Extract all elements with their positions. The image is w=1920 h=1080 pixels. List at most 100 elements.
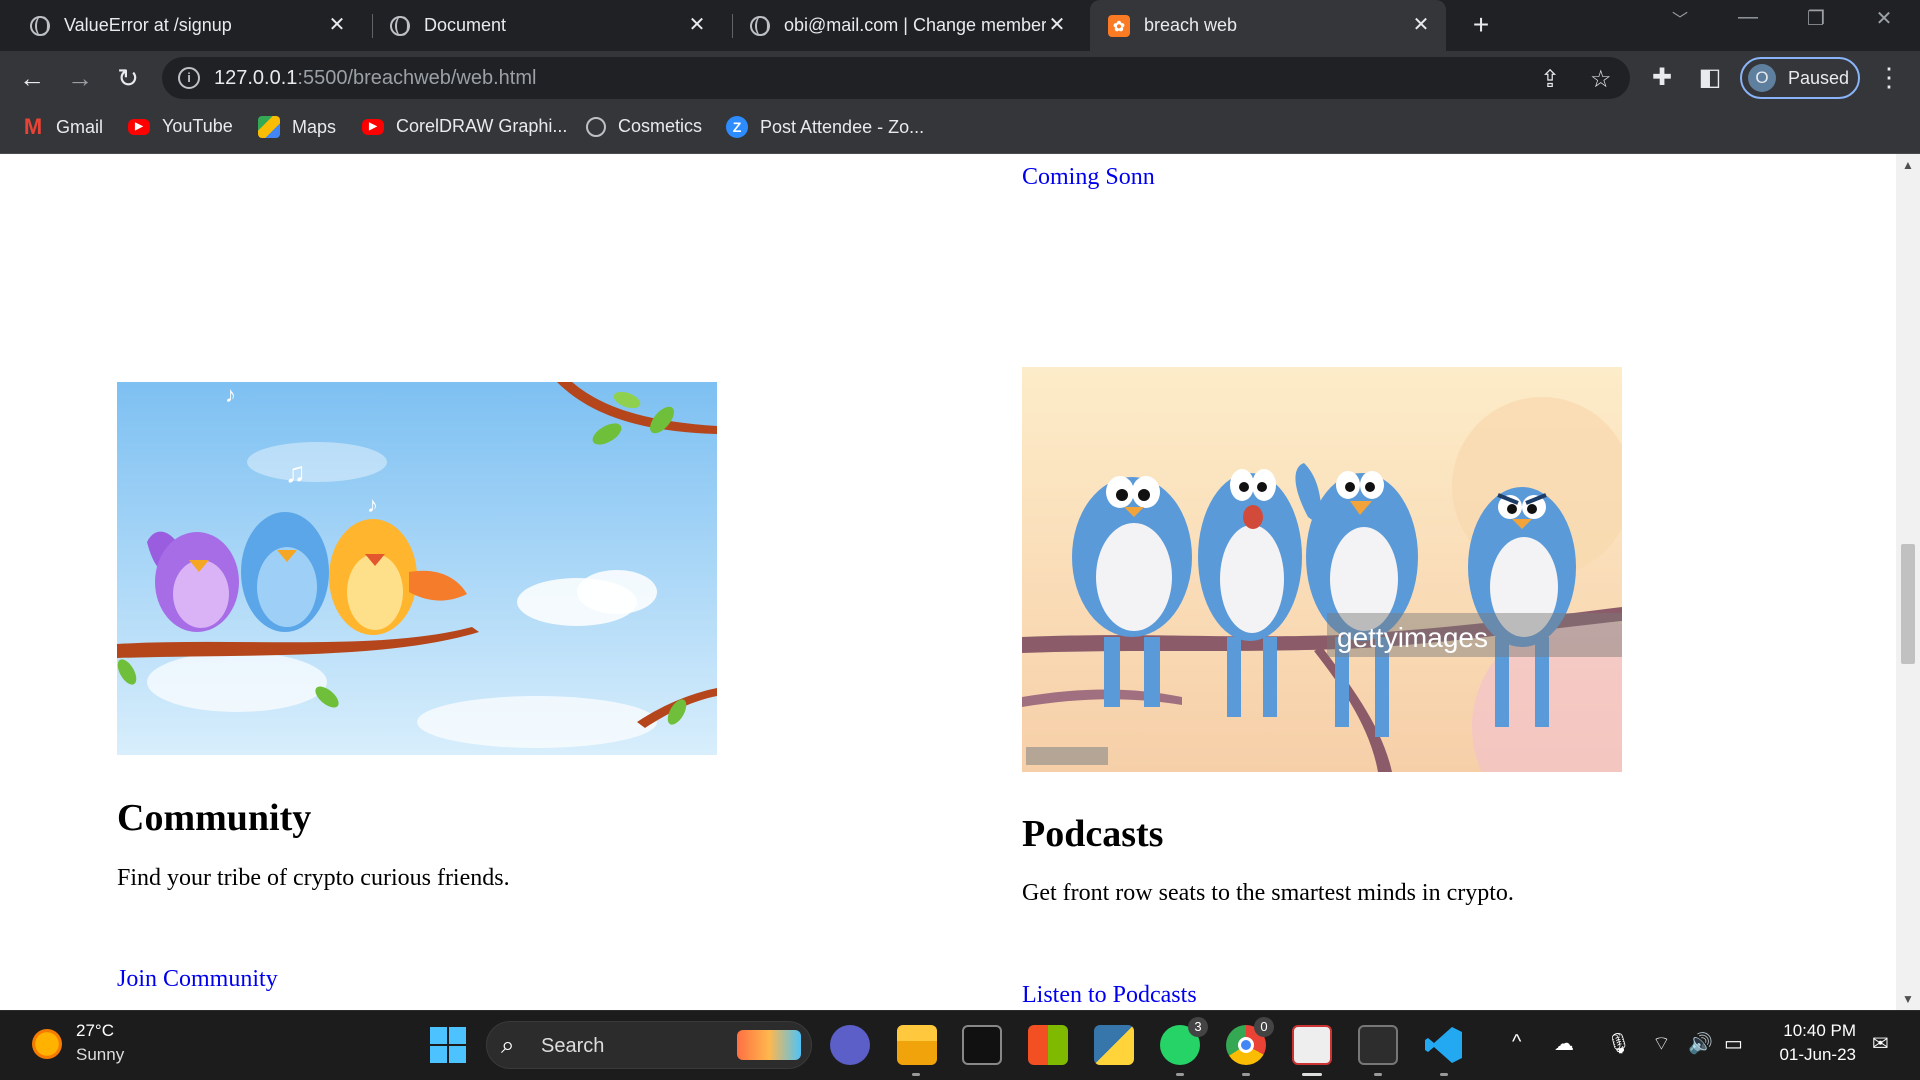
- weather-temperature[interactable]: 27°C: [76, 1021, 114, 1041]
- tab-document[interactable]: Document ✕: [372, 0, 722, 51]
- python-icon[interactable]: [1094, 1025, 1134, 1065]
- listen-to-podcasts-link[interactable]: Listen to Podcasts: [1022, 982, 1197, 1009]
- vscode-logo: [1425, 1027, 1462, 1063]
- sun-icon[interactable]: [32, 1029, 62, 1059]
- bookmark-label: YouTube: [162, 116, 233, 136]
- chrome-icon[interactable]: 0: [1226, 1017, 1274, 1065]
- close-icon[interactable]: ✕: [326, 13, 348, 37]
- notifications-icon[interactable]: ✉: [1872, 1031, 1889, 1056]
- snipping-tool-icon[interactable]: [1292, 1025, 1332, 1065]
- avatar: O: [1748, 64, 1776, 92]
- restore-icon[interactable]: ❐: [1796, 6, 1836, 31]
- bookmark-label: Cosmetics: [618, 116, 703, 136]
- chrome-center: [1238, 1037, 1254, 1053]
- close-icon[interactable]: ✕: [686, 13, 708, 37]
- close-icon[interactable]: ✕: [1410, 13, 1432, 37]
- windows-start-icon[interactable]: [428, 1025, 468, 1065]
- close-icon[interactable]: ✕: [1046, 13, 1068, 37]
- tab-valueerror[interactable]: ValueError at /signup ✕: [12, 0, 362, 51]
- window-close-icon[interactable]: ✕: [1864, 6, 1904, 31]
- reload-icon[interactable]: ↻: [112, 63, 144, 95]
- clock-date[interactable]: 01-Jun-23: [1760, 1045, 1856, 1065]
- terminal-icon[interactable]: [962, 1025, 1002, 1065]
- side-panel-icon[interactable]: ◧: [1694, 63, 1726, 92]
- new-tab-button[interactable]: +: [1466, 8, 1496, 42]
- site-info-icon[interactable]: i: [178, 67, 200, 89]
- scroll-up-arrow-icon[interactable]: ▲: [1902, 158, 1914, 172]
- menu-kebab-icon[interactable]: ⋮: [1876, 63, 1902, 91]
- tab-title: Document: [424, 15, 507, 35]
- globe-icon: [586, 116, 606, 137]
- bookmark-maps[interactable]: Maps: [258, 116, 336, 138]
- web-page-viewport: Coming Sonn ♪ ♫ ♪ Community Find your tr…: [0, 154, 1896, 1010]
- bookmark-label: Maps: [292, 116, 337, 137]
- bookmark-gmail[interactable]: M Gmail: [22, 116, 103, 138]
- tab-change-member[interactable]: obi@mail.com | Change member ✕: [732, 0, 1082, 51]
- bookmark-cosmetics[interactable]: Cosmetics: [586, 116, 702, 137]
- forward-arrow-icon[interactable]: →: [64, 63, 96, 95]
- share-icon[interactable]: ⇪: [1540, 65, 1560, 94]
- file-explorer-icon[interactable]: [897, 1025, 937, 1065]
- minimize-icon[interactable]: —: [1728, 6, 1768, 29]
- running-indicator: [1440, 1073, 1448, 1076]
- globe-icon: [750, 15, 770, 36]
- community-title: Community: [117, 797, 312, 839]
- running-indicator: [912, 1073, 920, 1076]
- whatsapp-icon[interactable]: 3: [1160, 1017, 1208, 1065]
- tab-search-chevron-icon[interactable]: ﹀: [1660, 6, 1700, 30]
- url-path: :5500/breachweb/web.html: [297, 67, 537, 89]
- bookmark-label: CorelDRAW Graphi...: [396, 116, 568, 136]
- community-image: ♪ ♫ ♪: [117, 382, 717, 755]
- blue-birds-illustration: gettyimages: [1022, 367, 1622, 772]
- speaker-icon[interactable]: 🔊: [1688, 1031, 1713, 1056]
- battery-icon[interactable]: ▭: [1724, 1031, 1743, 1056]
- podcasts-image: gettyimages: [1022, 367, 1622, 772]
- extensions-puzzle-icon[interactable]: ✚: [1646, 63, 1678, 92]
- community-description: Find your tribe of crypto curious friend…: [117, 865, 510, 891]
- teams-chat-icon[interactable]: [830, 1025, 870, 1065]
- onedrive-cloud-icon[interactable]: ☁: [1554, 1031, 1574, 1056]
- join-community-link[interactable]: Join Community: [117, 966, 278, 993]
- url-host: 127.0.0.1: [214, 67, 298, 89]
- tab-title: obi@mail.com | Change member: [784, 15, 1046, 35]
- scroll-down-arrow-icon[interactable]: ▼: [1902, 992, 1914, 1006]
- svg-text:♪: ♪: [225, 382, 236, 407]
- clock-time[interactable]: 10:40 PM: [1760, 1021, 1856, 1041]
- wifi-icon[interactable]: ⌔: [1652, 1031, 1671, 1056]
- running-indicator: [1374, 1073, 1382, 1076]
- url-text[interactable]: 127.0.0.1:5500/breachweb/web.html: [214, 67, 536, 90]
- start-logo: [430, 1027, 466, 1063]
- active-indicator: [1302, 1073, 1322, 1076]
- podcasts-title: Podcasts: [1022, 813, 1164, 855]
- browser-toolbar: ← → ↻ i 127.0.0.1:5500/breachweb/web.htm…: [0, 51, 1920, 106]
- whatsapp-badge: 3: [1188, 1017, 1208, 1037]
- weather-condition[interactable]: Sunny: [76, 1045, 124, 1065]
- bookmark-coreldraw[interactable]: ▶ CorelDRAW Graphi...: [362, 116, 567, 137]
- address-bar[interactable]: i 127.0.0.1:5500/breachweb/web.html ⇪ ☆: [162, 57, 1630, 99]
- profile-button[interactable]: O Paused: [1740, 57, 1860, 99]
- back-arrow-icon[interactable]: ←: [16, 63, 48, 95]
- page-scrollbar[interactable]: ▲ ▼: [1896, 154, 1920, 1010]
- command-prompt-icon[interactable]: [1358, 1025, 1398, 1065]
- microsoft-store-icon[interactable]: [1028, 1025, 1068, 1065]
- running-indicator: [1176, 1073, 1184, 1076]
- tab-title: ValueError at /signup: [64, 15, 232, 35]
- search-label: Search: [541, 1035, 605, 1057]
- coming-soon-link[interactable]: Coming Sonn: [1022, 164, 1155, 191]
- chevron-up-icon[interactable]: ^: [1512, 1031, 1521, 1054]
- microphone-icon[interactable]: 🎙: [1606, 1031, 1631, 1056]
- taskbar-search[interactable]: ⌕ Search: [486, 1021, 812, 1069]
- xampp-icon: ✿: [1108, 14, 1130, 37]
- globe-icon: [390, 15, 410, 36]
- bookmarks-bar: M Gmail ▶ YouTube Maps ▶ CorelDRAW Graphi..…: [0, 106, 1920, 154]
- tab-breach-web[interactable]: ✿ breach web ✕: [1090, 0, 1446, 51]
- vscode-icon[interactable]: [1424, 1025, 1464, 1065]
- getty-watermark: gettyimages: [1337, 622, 1488, 653]
- windows-taskbar: 27°C Sunny ⌕ Search 3 0 ^ ☁ 🎙 ⌔ 🔊 ▭ 10:4…: [0, 1010, 1920, 1080]
- bookmark-post-attendee[interactable]: Z Post Attendee - Zo...: [726, 116, 924, 138]
- scrollbar-thumb[interactable]: [1901, 544, 1915, 664]
- bookmark-youtube[interactable]: ▶ YouTube: [128, 116, 233, 137]
- bookmark-star-icon[interactable]: ☆: [1590, 65, 1612, 94]
- svg-text:♪: ♪: [367, 492, 378, 517]
- youtube-icon: ▶: [128, 118, 150, 135]
